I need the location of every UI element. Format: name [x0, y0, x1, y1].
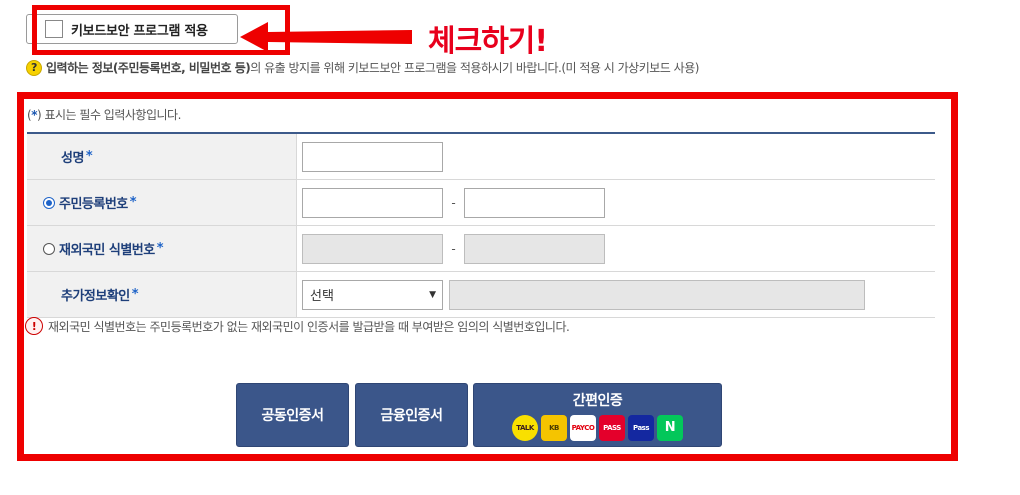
required-star-icon: * [131, 287, 139, 302]
samsung-pass-icon: Pass [628, 415, 654, 441]
name-label: 성명 [61, 151, 84, 166]
chevron-down-icon: ▼ [429, 289, 436, 300]
additional-info-select[interactable]: 선택 ▼ [302, 279, 443, 310]
kakao-talk-icon: TALK [512, 415, 538, 441]
help-rest-text: 의 유출 방지를 위해 키보드보안 프로그램을 적용하시기 바랍니다.(미 적용… [250, 61, 699, 75]
pass-icon: PASS [599, 415, 625, 441]
required-star-icon: * [85, 149, 93, 164]
alert-icon: ! [25, 317, 43, 335]
row-body-additional-info: 선택 ▼ [297, 272, 935, 317]
question-icon: ? [26, 59, 42, 76]
row-body-overseas-id: - [297, 226, 935, 271]
annotation-arrow-icon [240, 22, 412, 52]
row-header-resident-number: 주민등록번호 * [27, 180, 297, 225]
row-header-name: 성명 * [27, 134, 297, 179]
resident-number-radio[interactable] [43, 196, 55, 209]
overseas-id-front-input [302, 233, 443, 264]
additional-info-label: 추가정보확인 [61, 289, 130, 304]
financial-certificate-button[interactable]: 금융인증서 [355, 383, 468, 447]
resident-number-separator: - [451, 195, 456, 210]
annotation-check-text: 체크하기! [428, 24, 548, 59]
overseas-id-radio[interactable] [43, 242, 55, 255]
naver-icon: N [657, 415, 683, 441]
row-header-additional-info: 추가정보확인 * [27, 272, 297, 317]
form-row-overseas-id: 재외국민 식별번호 * - [27, 226, 935, 272]
form-row-name: 성명 * [27, 134, 935, 180]
kb-bank-icon: KB [541, 415, 567, 441]
required-star-icon: * [156, 241, 164, 256]
simple-auth-button[interactable]: 간편인증 TALK KB PAYCO PASS Pass N [473, 383, 722, 447]
overseas-id-label: 재외국민 식별번호 [59, 243, 155, 258]
resident-number-radio-option[interactable]: 주민등록번호 * [27, 193, 137, 212]
simple-auth-provider-logos: TALK KB PAYCO PASS Pass N [512, 415, 683, 441]
help-lead-text: 입력하는 정보(주민등록번호, 비밀번호 등) [46, 61, 251, 75]
row-body-resident-number: - [297, 180, 935, 225]
resident-number-label: 주민등록번호 [59, 197, 128, 212]
resident-number-front-input[interactable] [302, 187, 443, 218]
identity-form-table: 성명 * 주민등록번호 * - 재외국민 식별번호 * - 추가정보확인 * 선… [27, 132, 935, 318]
required-star-icon: * [129, 195, 137, 210]
name-input[interactable] [302, 141, 443, 172]
row-body-name [297, 134, 935, 179]
overseas-id-separator: - [451, 241, 456, 256]
overseas-id-back-input [464, 233, 605, 264]
required-note-text: ) 표시는 필수 입력사항입니다. [36, 108, 181, 122]
simple-auth-label: 간편인증 [572, 393, 623, 409]
form-row-resident-number: 주민등록번호 * - [27, 180, 935, 226]
required-note: (*) 표시는 필수 입력사항입니다. [27, 106, 181, 123]
additional-info-input [449, 279, 865, 310]
overseas-id-radio-option[interactable]: 재외국민 식별번호 * [27, 239, 164, 258]
resident-number-back-input[interactable] [464, 187, 605, 218]
notice-text: 재외국민 식별번호는 주민등록번호가 없는 재외국민이 인증서를 발급받을 때 … [48, 319, 570, 334]
additional-info-select-value: 선택 [310, 289, 334, 304]
keyboard-security-help: ? 입력하는 정보(주민등록번호, 비밀번호 등) 의 유출 방지를 위해 키보… [26, 59, 699, 76]
row-header-overseas-id: 재외국민 식별번호 * [27, 226, 297, 271]
payco-icon: PAYCO [570, 415, 596, 441]
form-row-additional-info: 추가정보확인 * 선택 ▼ [27, 272, 935, 318]
overseas-id-notice: ! 재외국민 식별번호는 주민등록번호가 없는 재외국민이 인증서를 발급받을 … [25, 317, 570, 335]
joint-certificate-button[interactable]: 공동인증서 [236, 383, 349, 447]
